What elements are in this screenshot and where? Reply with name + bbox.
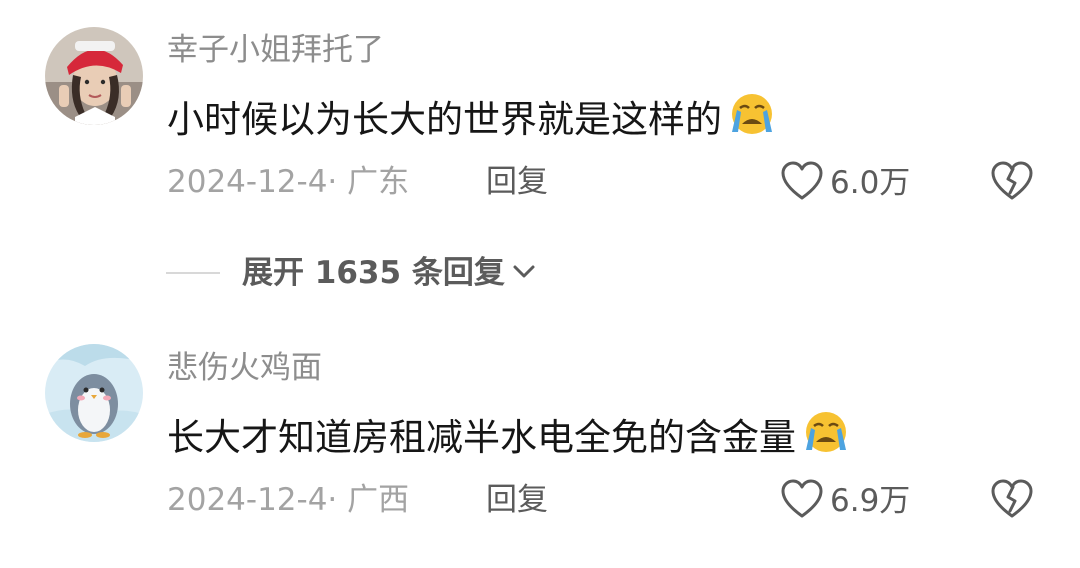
avatar[interactable] — [45, 27, 143, 125]
comment-section: 幸子小姐拜托了 小时候以为长大的世界就是这样的 2024-12-4· 广东 回复 — [0, 0, 1080, 568]
dislike-button[interactable] — [990, 478, 1034, 524]
broken-heart-icon — [990, 161, 1034, 206]
comment-text: 小时候以为长大的世界就是这样的 — [167, 92, 778, 148]
username[interactable]: 悲伤火鸡面 — [167, 348, 322, 388]
broken-heart-icon — [990, 479, 1034, 524]
dislike-button[interactable] — [990, 160, 1034, 206]
comment-text: 长大才知道房租减半水电全免的含金量 — [167, 410, 852, 466]
loudly-crying-emoji — [726, 92, 778, 148]
comment-text-body: 小时候以为长大的世界就是这样的 — [167, 98, 722, 141]
loudly-crying-emoji — [800, 410, 852, 466]
expand-replies-label: 展开 1635 条回复 — [242, 255, 505, 291]
like-button[interactable]: 6.9万 — [780, 478, 910, 524]
comment-date-location: 2024-12-4· 广东 — [167, 164, 410, 200]
heart-outline-icon — [780, 478, 824, 524]
reply-button[interactable]: 回复 — [486, 162, 548, 202]
username[interactable]: 幸子小姐拜托了 — [167, 30, 384, 70]
divider-line — [166, 272, 220, 274]
avatar[interactable] — [45, 344, 143, 442]
chevron-down-icon — [511, 261, 537, 285]
heart-outline-icon — [780, 160, 824, 206]
like-count: 6.0万 — [830, 165, 911, 201]
comment-text-body: 长大才知道房租减半水电全免的含金量 — [167, 416, 796, 459]
like-button[interactable]: 6.0万 — [780, 160, 910, 206]
reply-button[interactable]: 回复 — [486, 480, 548, 520]
comment-date-location: 2024-12-4· 广西 — [167, 482, 410, 518]
expand-replies-button[interactable]: 展开 1635 条回复 — [166, 251, 537, 295]
like-count: 6.9万 — [830, 483, 911, 519]
